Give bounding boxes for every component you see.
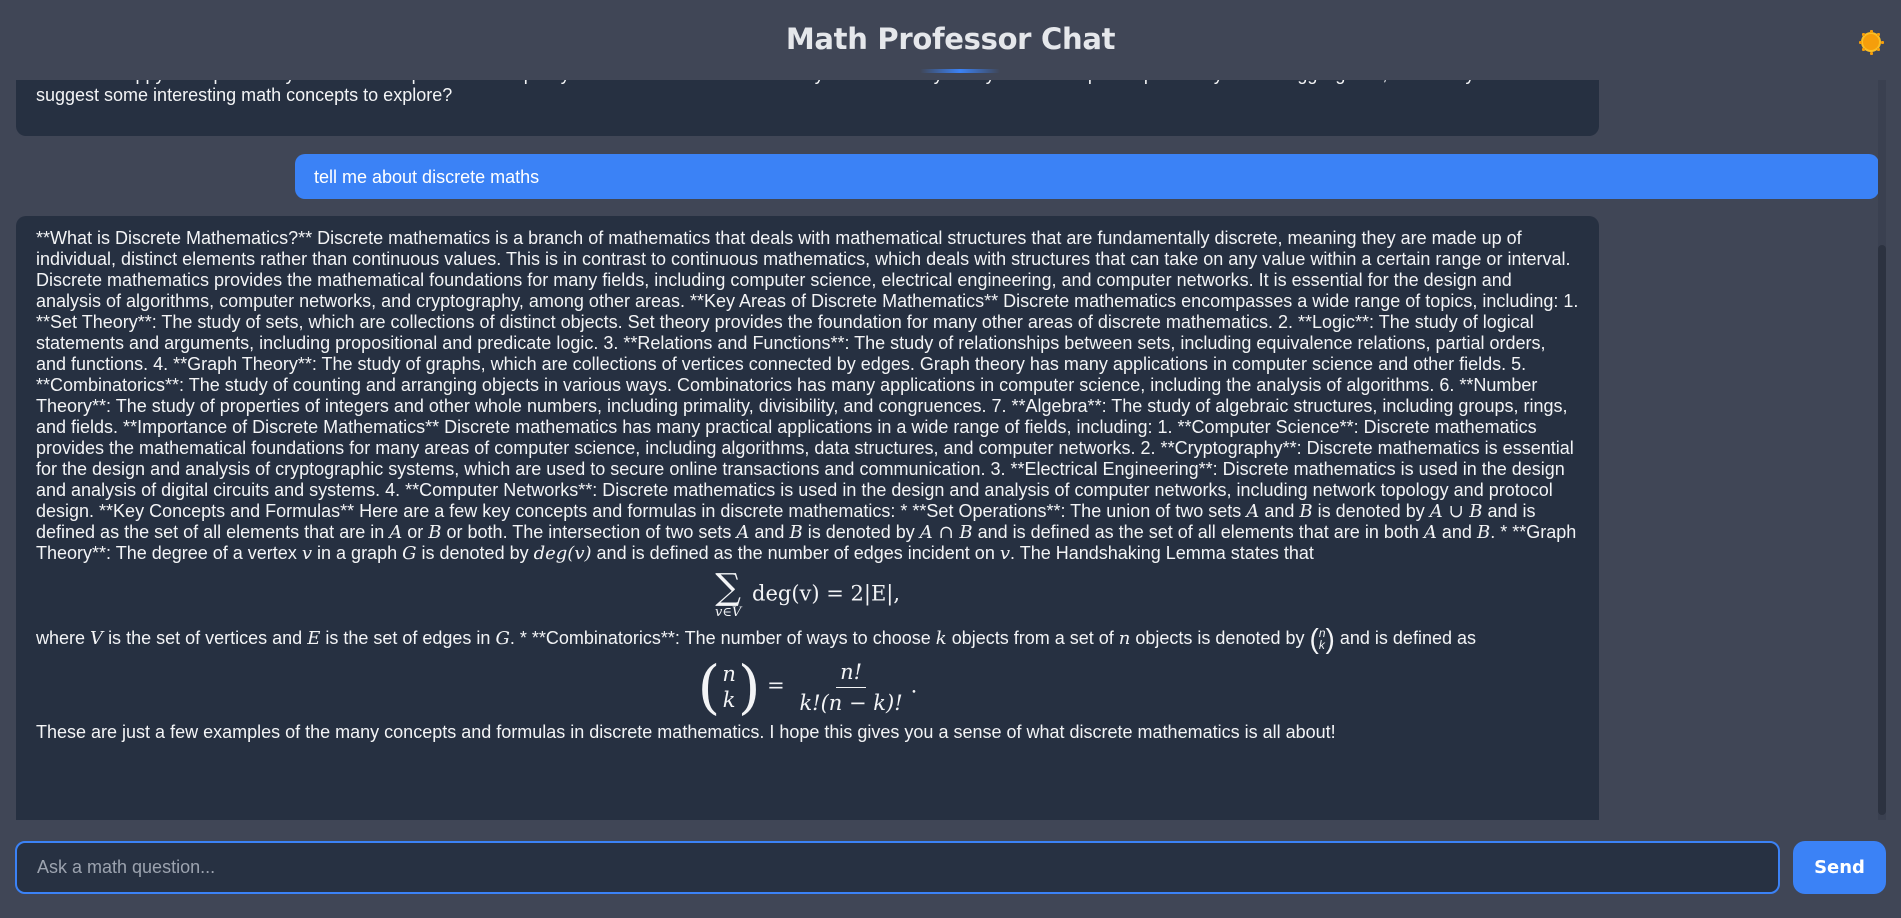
title-underline (920, 69, 1000, 73)
user-message: tell me about discrete maths (295, 154, 1879, 199)
header: Math Professor Chat (0, 0, 1901, 80)
scrollbar-thumb[interactable] (1878, 245, 1886, 815)
handshaking-formula: ∑ v∈V deg(v) = 2|E|, (714, 567, 901, 620)
send-button[interactable]: Send (1793, 841, 1886, 894)
page-title: Math Professor Chat (785, 22, 1116, 56)
question-input[interactable] (15, 841, 1780, 894)
binomial-formula: (n k) = n! k!(n − k)!. (697, 653, 918, 721)
chat-messages[interactable]: Hello! I'm happy to help with any math-r… (0, 80, 1901, 820)
message-text: tell me about discrete maths (314, 167, 540, 187)
theme-toggle-button[interactable] (1858, 29, 1884, 55)
message-text: Hello! I'm happy to help with any math-r… (36, 80, 1577, 105)
message-paragraph: These are just a few examples of the man… (36, 722, 1336, 742)
assistant-message: Hello! I'm happy to help with any math-r… (16, 80, 1599, 136)
input-bar: Send (0, 820, 1901, 918)
app: Math Professor Chat Hello! I'm happy to … (0, 0, 1901, 918)
message-paragraph: **What is Discrete Mathematics?** Discre… (36, 228, 1579, 564)
message-paragraph: where V is the set of vertices and E is … (36, 623, 1476, 654)
assistant-message: **What is Discrete Mathematics?** Discre… (16, 216, 1599, 820)
